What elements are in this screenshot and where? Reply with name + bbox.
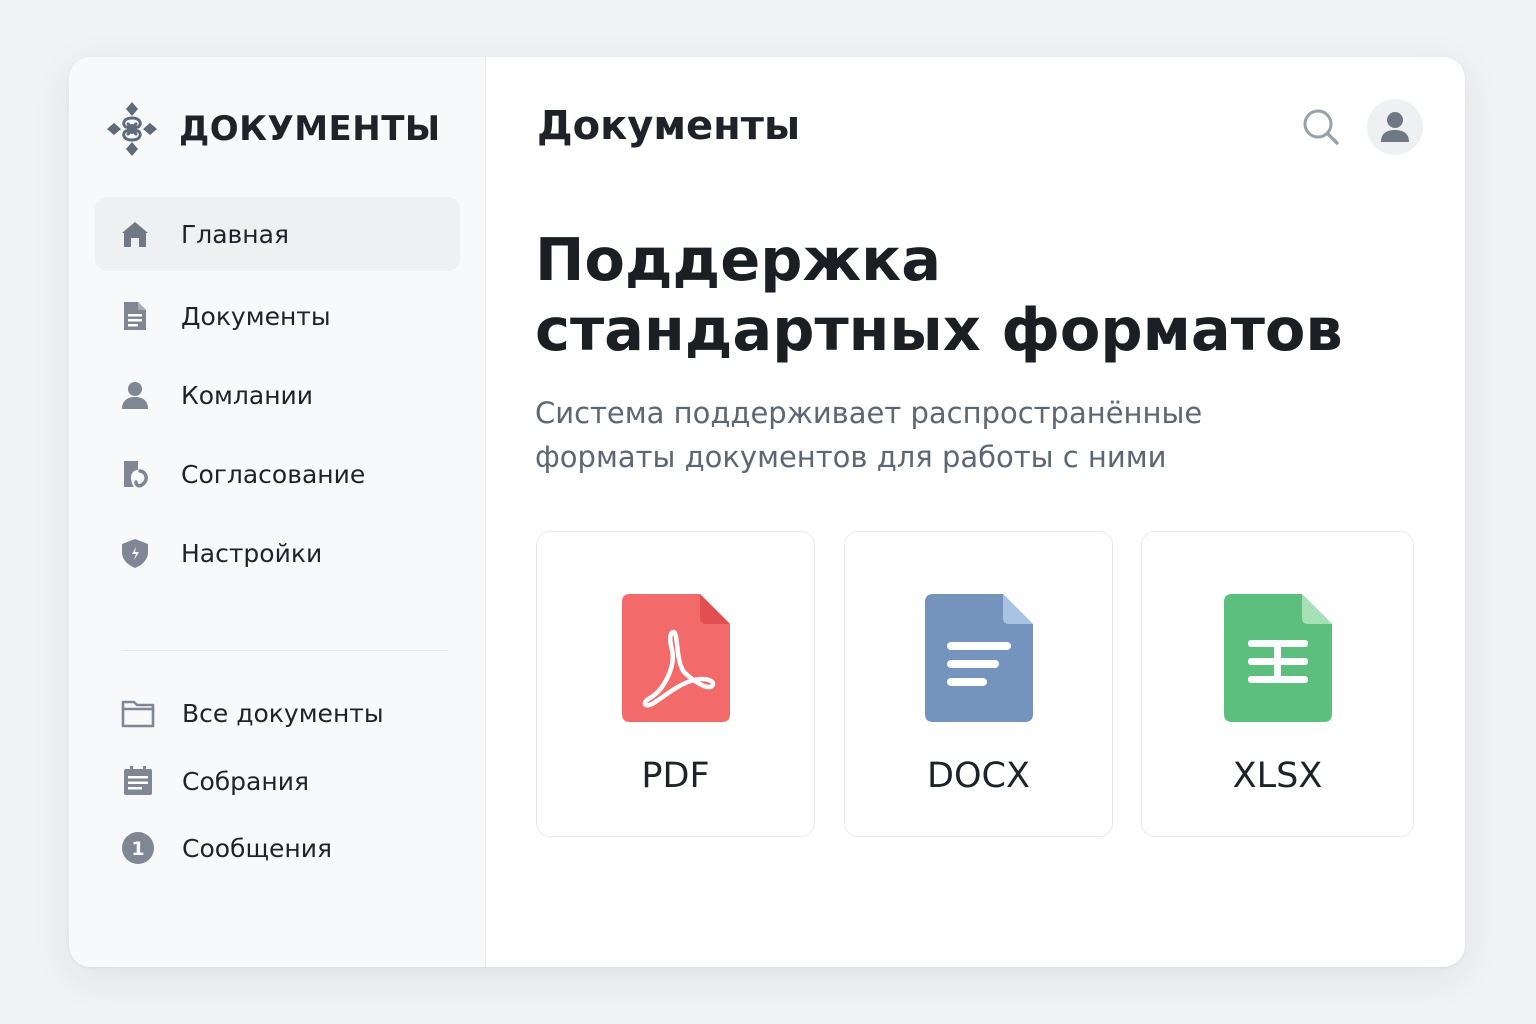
format-label: PDF [641,756,710,796]
sidebar-item-label: Комлании [181,380,314,410]
sidebar-item-label: Документы [181,301,331,331]
page-title: Документы [537,103,801,149]
sidebar-link-meetings[interactable]: Собрания [121,759,461,803]
format-label: XLSX [1232,756,1323,796]
search-icon [1303,109,1339,145]
sidebar-link-messages[interactable]: 1 Сообщения [121,826,461,870]
sidebar-item-companies[interactable]: Комлании [95,358,460,432]
brand-name: ДОКУМЕНТЫ [179,109,441,149]
xlsx-file-icon [1223,594,1332,722]
user-avatar-button[interactable] [1367,99,1423,155]
sidebar-link-label: Все документы [182,698,384,728]
shield-icon [119,537,151,569]
sidebar-link-all-documents[interactable]: Все документы [121,691,461,735]
approval-icon [119,458,151,490]
main-content: Документы Поддержка стандартных форматов… [487,57,1465,967]
ornament-logo-icon [107,102,157,156]
user-avatar-icon [1381,112,1409,142]
docx-file-icon [924,594,1033,722]
hero-headline: Поддержка стандартных форматов [535,225,1343,364]
sidebar-item-label: Главная [181,219,289,249]
format-card-xlsx[interactable]: XLSX [1141,531,1414,837]
calendar-list-icon [121,764,155,798]
sidebar-link-label: Сообщения [182,833,333,863]
folder-icon [121,696,155,730]
sidebar-item-label: Согласование [181,459,366,489]
format-card-pdf[interactable]: PDF [536,531,815,837]
search-button[interactable] [1299,105,1343,149]
brand[interactable]: ДОКУМЕНТЫ [105,99,441,159]
sidebar-item-home[interactable]: Главная [95,197,460,271]
sidebar-item-documents[interactable]: Документы [95,279,460,353]
notification-count-icon: 1 [121,831,155,865]
document-icon [119,300,151,332]
format-label: DOCX [927,756,1030,796]
hero-description: Система поддерживает распространённые фо… [535,396,1203,474]
app-window: ДОКУМЕНТЫ Главная Документы Комлании Сог [69,57,1465,967]
user-icon [119,379,151,411]
sidebar-item-approval[interactable]: Согласование [95,437,460,511]
sidebar-item-label: Настройки [181,538,323,568]
messages-count-badge: 1 [131,838,144,860]
home-icon [119,218,151,250]
sidebar-item-settings[interactable]: Настройки [95,516,460,590]
sidebar-divider [121,650,448,651]
sidebar-link-label: Собрания [182,766,309,796]
sidebar: ДОКУМЕНТЫ Главная Документы Комлании Сог [69,57,486,967]
format-card-docx[interactable]: DOCX [844,531,1113,837]
pdf-file-icon [621,594,730,722]
